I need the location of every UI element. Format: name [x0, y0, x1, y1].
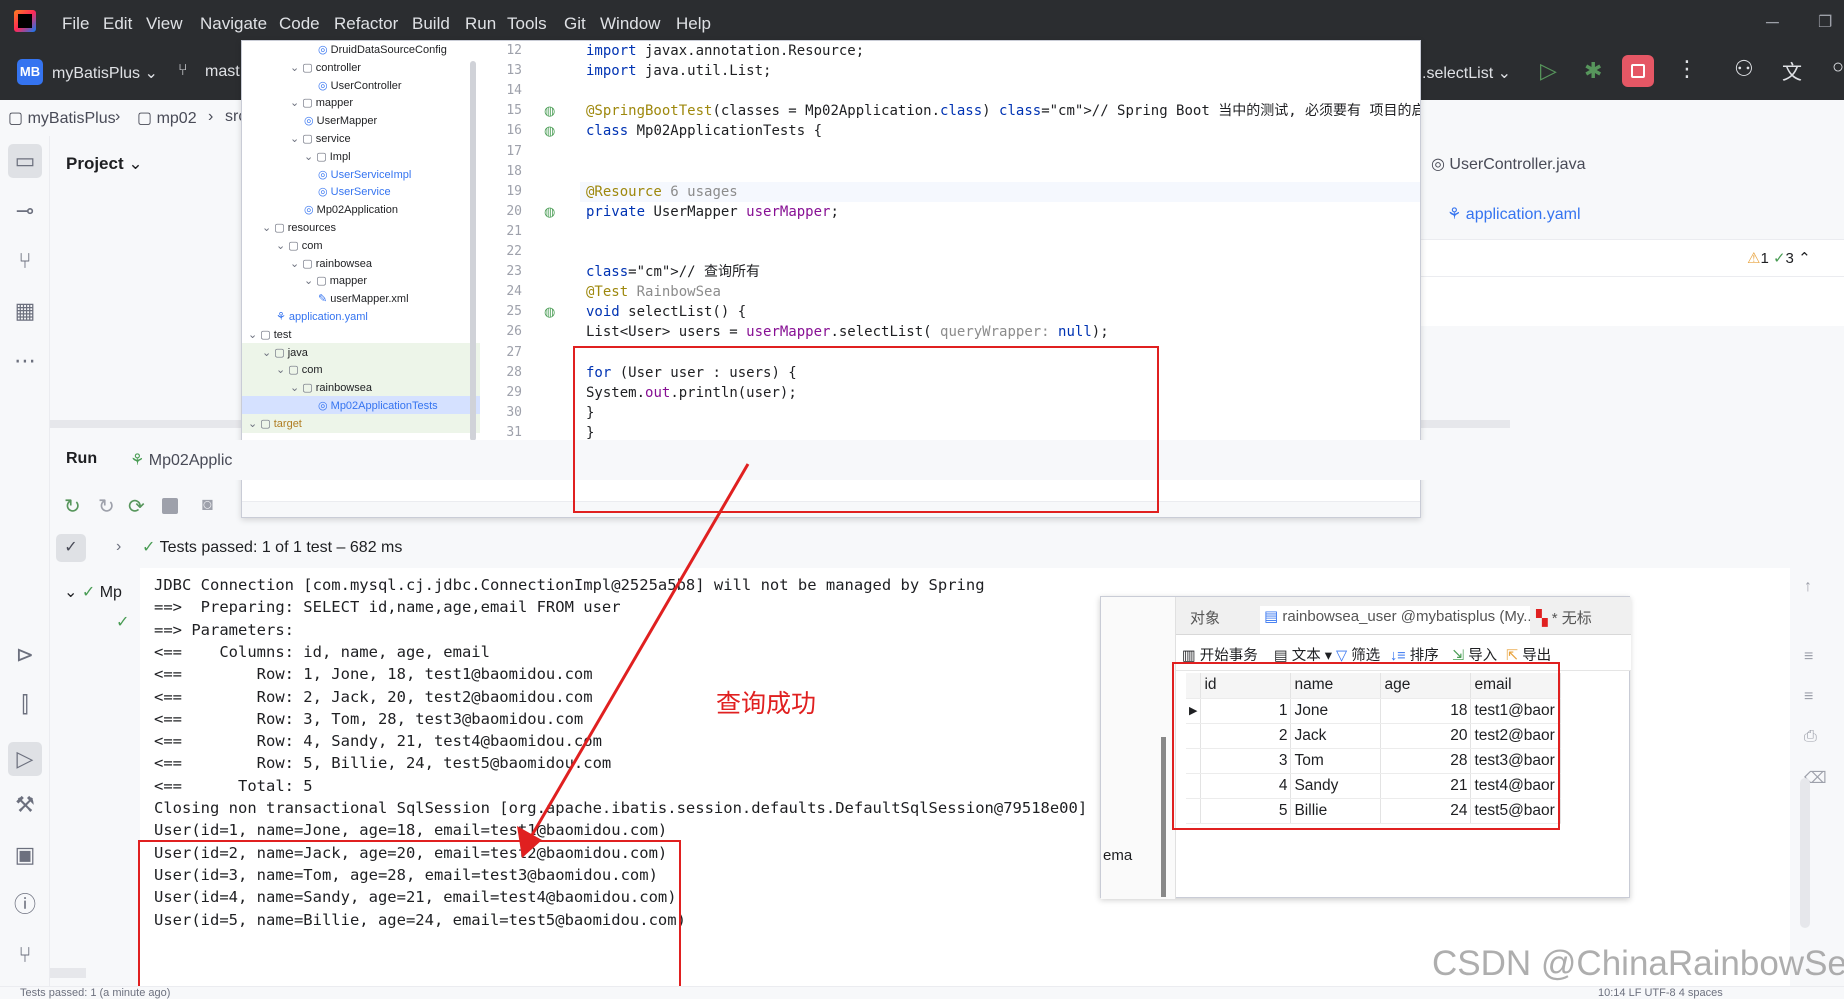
arrow-line	[526, 463, 750, 843]
status-right: 10:14 LF UTF-8 4 spaces	[1598, 987, 1723, 999]
watermark: CSDN @ChinaRainbowSea	[1432, 944, 1844, 983]
arrow-head	[517, 826, 542, 858]
status-bar: Tests passed: 1 (a minute ago) 10:14 LF …	[0, 986, 1844, 999]
status-left: Tests passed: 1 (a minute ago)	[20, 987, 171, 999]
annotation-arrow	[517, 463, 750, 858]
success-annotation: 查询成功	[716, 690, 817, 718]
